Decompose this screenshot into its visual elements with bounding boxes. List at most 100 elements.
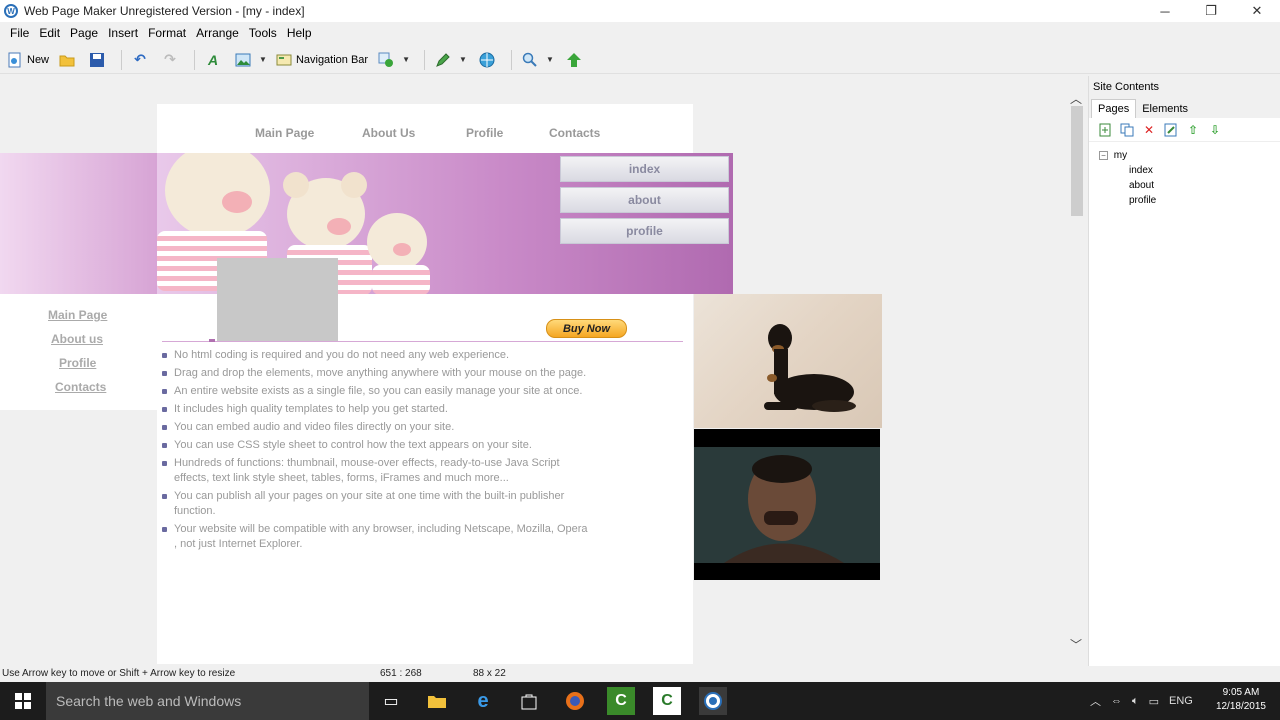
tree-root-label: my bbox=[1113, 150, 1128, 161]
open-button[interactable] bbox=[55, 48, 79, 72]
vertical-scrollbar[interactable] bbox=[1071, 106, 1083, 216]
zoom-icon bbox=[521, 51, 539, 69]
topnav-contacts[interactable]: Contacts bbox=[549, 126, 600, 140]
status-bar: Use Arrow key to move or Shift + Arrow k… bbox=[0, 666, 1280, 682]
search-placeholder: Search the web and Windows bbox=[56, 693, 242, 709]
navigation-bar-button[interactable]: Navigation Bar bbox=[275, 48, 368, 72]
add-element-dropdown-arrow[interactable]: ▼ bbox=[402, 55, 410, 64]
firefox-icon[interactable] bbox=[561, 687, 589, 715]
new-button[interactable]: New bbox=[6, 48, 49, 72]
bring-up-button[interactable] bbox=[562, 48, 586, 72]
language-indicator[interactable]: ENG bbox=[1169, 695, 1193, 707]
topnav-profile[interactable]: Profile bbox=[466, 126, 503, 140]
left-menu: Main Page About us Profile Contacts bbox=[0, 294, 157, 410]
site-contents-panel: Site Contents Pages Elements ✕ ⇧ ⇩ − my … bbox=[1088, 76, 1280, 666]
insert-text-button[interactable]: A bbox=[201, 48, 225, 72]
sidenav-button-index[interactable]: index bbox=[560, 156, 729, 182]
restore-button[interactable]: ❐ bbox=[1188, 0, 1234, 22]
camtasia-recorder-icon[interactable]: C bbox=[653, 687, 681, 715]
list-item: Your website will be compatible with any… bbox=[162, 522, 592, 552]
leftmenu-main-page[interactable]: Main Page bbox=[48, 308, 107, 322]
insert-image-button[interactable] bbox=[231, 48, 255, 72]
volume-icon[interactable]: 🔈︎ bbox=[1132, 695, 1139, 708]
zoom-dropdown-arrow[interactable]: ▼ bbox=[546, 55, 554, 64]
menu-edit[interactable]: Edit bbox=[39, 26, 60, 40]
undo-button[interactable]: ↶ bbox=[128, 48, 152, 72]
tree-item-profile[interactable]: profile bbox=[1099, 193, 1280, 208]
windows-taskbar: Search the web and Windows ▭ e C C ︿ ⇔ 🔈… bbox=[0, 682, 1280, 720]
web-page-maker-taskbar-icon[interactable] bbox=[699, 687, 727, 715]
window-title: Web Page Maker Unregistered Version - [m… bbox=[24, 4, 305, 18]
store-icon[interactable] bbox=[515, 687, 543, 715]
new-page-icon[interactable] bbox=[1097, 122, 1113, 138]
tree-item-about[interactable]: about bbox=[1099, 178, 1280, 193]
list-item: You can embed audio and video files dire… bbox=[162, 420, 592, 435]
topnav-about-us[interactable]: About Us bbox=[362, 126, 415, 140]
dog-illustration bbox=[764, 324, 856, 412]
image-dropdown-arrow[interactable]: ▼ bbox=[259, 55, 267, 64]
publish-button[interactable] bbox=[475, 48, 499, 72]
sidenav-button-about[interactable]: about bbox=[560, 187, 729, 213]
start-button[interactable] bbox=[0, 682, 46, 720]
app-logo-icon: W bbox=[4, 4, 18, 18]
redo-button[interactable]: ↷ bbox=[158, 48, 182, 72]
taskbar-clock[interactable]: 9:05 AM 12/18/2015 bbox=[1216, 686, 1266, 714]
topnav-main-page[interactable]: Main Page bbox=[255, 126, 314, 140]
zoom-button[interactable] bbox=[518, 48, 542, 72]
status-position: 651 : 268 bbox=[380, 668, 422, 679]
list-item: An entire website exists as a single fil… bbox=[162, 384, 592, 399]
sidenav-button-profile[interactable]: profile bbox=[560, 218, 729, 244]
navigation-bar-icon bbox=[275, 51, 293, 69]
collapse-icon[interactable]: − bbox=[1099, 151, 1108, 160]
task-view-icon[interactable]: ▭ bbox=[377, 687, 405, 715]
tab-pages[interactable]: Pages bbox=[1091, 99, 1137, 118]
leftmenu-contacts[interactable]: Contacts bbox=[55, 380, 106, 394]
menu-file[interactable]: File bbox=[10, 26, 29, 40]
tree-root[interactable]: − my bbox=[1099, 148, 1280, 163]
page-tree: − my index about profile bbox=[1089, 142, 1280, 208]
menu-insert[interactable]: Insert bbox=[108, 26, 138, 40]
sidenav-label: index bbox=[628, 162, 661, 176]
status-hint: Use Arrow key to move or Shift + Arrow k… bbox=[2, 668, 236, 679]
save-button[interactable] bbox=[85, 48, 109, 72]
edit-dropdown-arrow[interactable]: ▼ bbox=[459, 55, 467, 64]
video-still-photo[interactable] bbox=[694, 429, 880, 580]
tab-elements[interactable]: Elements bbox=[1136, 100, 1194, 118]
move-up-icon[interactable]: ⇧ bbox=[1185, 122, 1201, 138]
menu-page[interactable]: Page bbox=[70, 26, 98, 40]
horizontal-divider bbox=[162, 341, 683, 342]
dog-photo[interactable] bbox=[694, 294, 882, 428]
edit-html-button[interactable] bbox=[431, 48, 455, 72]
scroll-down-arrow[interactable]: ﹀ bbox=[1070, 636, 1082, 653]
divider-marker bbox=[209, 339, 215, 342]
sidenav-label: about bbox=[628, 193, 661, 207]
close-button[interactable]: ✕ bbox=[1234, 0, 1280, 22]
scroll-up-arrow[interactable]: ︿ bbox=[1070, 90, 1082, 107]
delete-page-icon[interactable]: ✕ bbox=[1141, 122, 1157, 138]
show-hidden-icons[interactable]: ︿ bbox=[1090, 693, 1101, 709]
tree-item-index[interactable]: index bbox=[1099, 163, 1280, 178]
leftmenu-profile[interactable]: Profile bbox=[59, 356, 96, 370]
menu-tools[interactable]: Tools bbox=[249, 26, 277, 40]
minimize-button[interactable]: ─ bbox=[1142, 0, 1188, 22]
leftmenu-about-us[interactable]: About us bbox=[51, 332, 103, 346]
notifications-icon[interactable]: ▭ bbox=[1149, 695, 1159, 708]
camtasia-icon[interactable]: C bbox=[607, 687, 635, 715]
design-canvas[interactable]: Main Page About Us Profile Contacts inde… bbox=[0, 76, 1085, 664]
file-explorer-icon[interactable] bbox=[423, 687, 451, 715]
buy-now-button[interactable]: Buy Now bbox=[546, 319, 627, 338]
toolbar-separator bbox=[510, 49, 512, 70]
menu-arrange[interactable]: Arrange bbox=[196, 26, 239, 40]
menu-help[interactable]: Help bbox=[287, 26, 312, 40]
toolbar-separator bbox=[194, 49, 196, 70]
edge-browser-icon[interactable]: e bbox=[469, 687, 497, 715]
move-down-icon[interactable]: ⇩ bbox=[1207, 122, 1223, 138]
network-icon[interactable]: ⇔ bbox=[1111, 695, 1122, 707]
add-element-button[interactable] bbox=[374, 48, 398, 72]
navigation-bar-label: Navigation Bar bbox=[295, 53, 369, 66]
menu-format[interactable]: Format bbox=[148, 26, 186, 40]
page-properties-icon[interactable] bbox=[1163, 122, 1179, 138]
taskbar-search-box[interactable]: Search the web and Windows bbox=[46, 682, 369, 720]
placeholder-box[interactable] bbox=[217, 258, 338, 342]
copy-page-icon[interactable] bbox=[1119, 122, 1135, 138]
